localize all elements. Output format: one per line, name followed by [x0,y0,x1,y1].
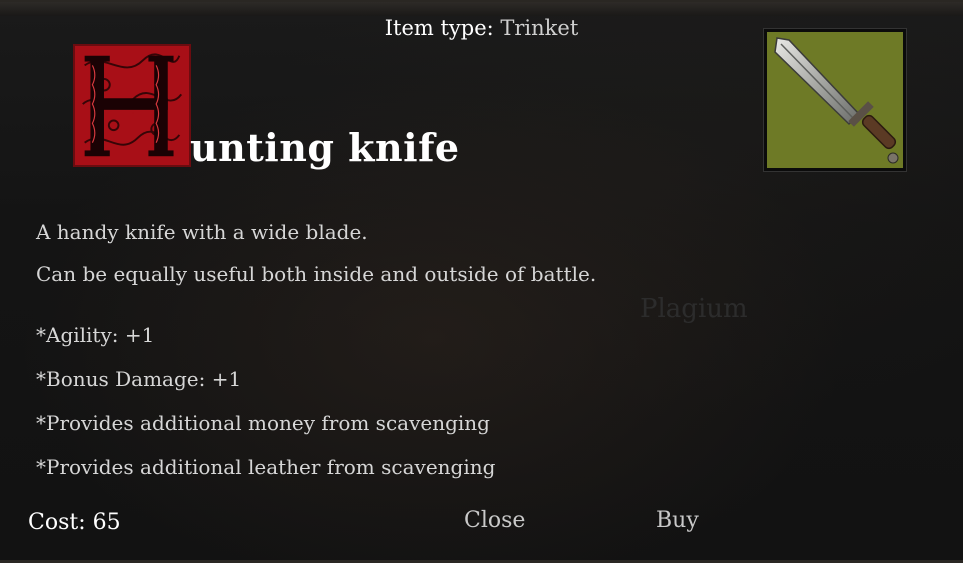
item-description: A handy knife with a wide blade. Can be … [36,214,596,298]
item-stats: *Agility: +1 *Bonus Damage: +1 *Provides… [36,315,495,491]
illuminated-initial: H [73,44,191,167]
item-cost: Cost: 65 [28,510,121,535]
item-portrait [764,29,906,171]
illuminated-initial-icon: H [75,46,189,165]
stat-line: *Agility: +1 [36,323,155,347]
description-line: A handy knife with a wide blade. [36,220,368,244]
item-dialog: Item type: Trinket H unting knife A hand… [0,0,963,563]
close-button[interactable]: Close [460,506,529,535]
stat-line: *Provides additional leather from scaven… [36,455,496,479]
item-type-label: Item type: [384,16,494,40]
knife-icon [767,32,903,168]
item-title: unting knife [190,125,460,170]
stat-line: *Bonus Damage: +1 [36,367,242,391]
buy-button[interactable]: Buy [652,506,703,535]
description-line: Can be equally useful both inside and ou… [36,262,597,286]
item-type-value: Trinket [500,16,579,40]
stat-line: *Provides additional money from scavengi… [36,411,490,435]
watermark-text: Plagium [640,294,748,324]
